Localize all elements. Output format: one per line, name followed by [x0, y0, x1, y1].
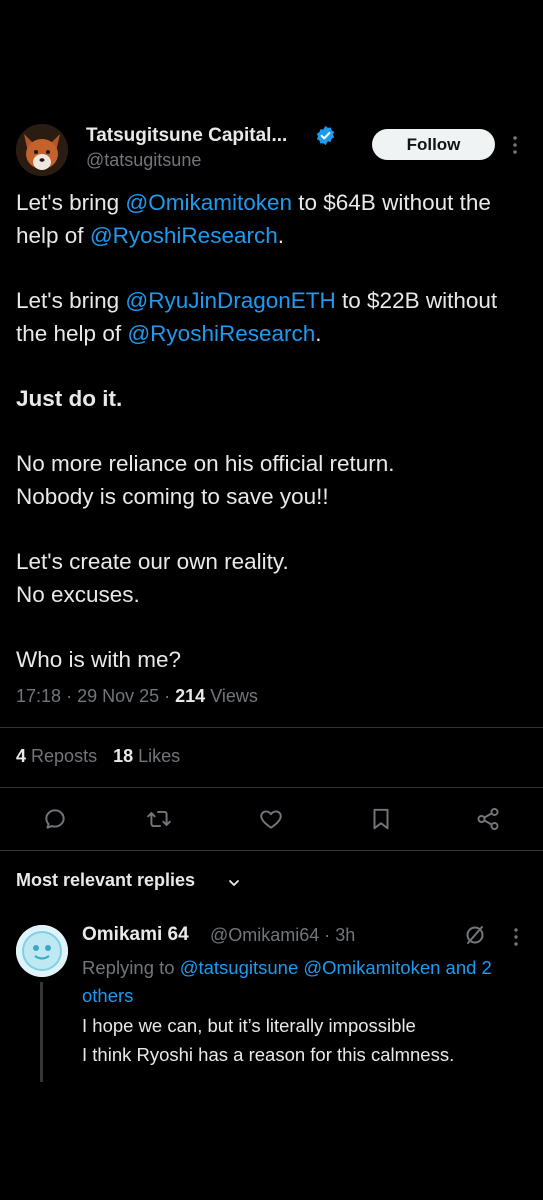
tweet-text-segment: Let's bring — [16, 190, 126, 215]
divider — [0, 727, 543, 728]
divider — [0, 787, 543, 788]
author-avatar[interactable] — [16, 124, 68, 176]
replying-prefix: Replying to — [82, 957, 180, 978]
tweet-paragraph: Let's create our own reality. No excuses. — [16, 545, 531, 611]
more-vertical-icon[interactable] — [510, 926, 522, 948]
tweet-time[interactable]: 17:18 — [16, 686, 61, 706]
likes-label: Likes — [138, 746, 181, 766]
share-icon[interactable] — [475, 806, 501, 832]
more-vertical-icon[interactable] — [508, 134, 522, 156]
tweet-paragraph: Let's bring @RyuJinDragonETH to $22B wit… — [16, 284, 531, 350]
replies-sort-label[interactable]: Most relevant replies — [16, 870, 195, 891]
tweet-line: No more reliance on his official return. — [16, 451, 395, 476]
tweet-date[interactable]: 29 Nov 25 — [77, 686, 159, 706]
replying-to-link[interactable]: @Omikamitoken — [303, 957, 440, 978]
author-handle[interactable]: @tatsugitsune — [86, 150, 201, 171]
divider — [0, 850, 543, 851]
reply-avatar[interactable] — [16, 925, 68, 977]
reply-text-line: I think Ryoshi has a reason for this cal… — [82, 1044, 455, 1065]
reposts-stat[interactable]: 4 Reposts — [16, 746, 97, 766]
separator-dot: · — [164, 686, 176, 706]
tweet-line: Nobody is coming to save you!! — [16, 484, 329, 509]
reply-time[interactable]: 3h — [335, 925, 355, 945]
tweet-line: No excuses. — [16, 582, 140, 607]
follow-button[interactable]: Follow — [372, 129, 495, 160]
tweet-text-segment: Let's bring — [16, 288, 126, 313]
mention-link[interactable]: @RyoshiResearch — [90, 223, 278, 248]
views-label: Views — [210, 686, 258, 706]
tweet-text-segment: . — [315, 321, 322, 346]
tweet-line: Let's create our own reality. — [16, 549, 289, 574]
tweet-meta: 17:18 · 29 Nov 25 · 214 Views — [16, 686, 258, 707]
reposts-label: Reposts — [31, 746, 98, 766]
reply-author-handle[interactable]: @Omikami64 — [210, 925, 319, 945]
tweet-text: Let's bring @Omikamitoken to $64B withou… — [16, 186, 531, 708]
mention-link[interactable]: @RyuJinDragonETH — [125, 288, 335, 313]
reply-text: I hope we can, but it’s literally imposs… — [82, 1011, 527, 1069]
reply-author-name[interactable]: Omikami 64 — [82, 924, 189, 946]
likes-count: 18 — [113, 746, 134, 766]
mention-link[interactable]: @Omikamitoken — [125, 190, 292, 215]
tweet-header: Tatsugitsune Capital... @tatsugitsune Fo… — [16, 122, 527, 178]
tweet-paragraph: Just do it. — [16, 382, 531, 415]
engagement-stats: 4 Reposts 18 Likes — [16, 746, 180, 767]
grok-icon[interactable] — [463, 923, 487, 947]
reply-author-meta: @Omikami64 · 3h — [210, 925, 356, 945]
chevron-down-icon[interactable] — [227, 875, 241, 889]
verified-badge-icon — [315, 125, 336, 146]
views-count: 214 — [175, 686, 206, 706]
reply-text-line: I hope we can, but it’s literally imposs… — [82, 1015, 416, 1036]
like-icon[interactable] — [258, 806, 284, 832]
reposts-count: 4 — [16, 746, 27, 766]
bookmark-icon[interactable] — [368, 806, 394, 832]
separator-dot: · — [66, 686, 78, 706]
tweet-paragraph: No more reliance on his official return.… — [16, 447, 531, 513]
mention-link[interactable]: @RyoshiResearch — [127, 321, 315, 346]
reply-icon[interactable] — [42, 806, 68, 832]
tweet-paragraph: Who is with me? — [16, 643, 531, 676]
tweet-text-segment: Who is with me? — [16, 647, 182, 672]
tweet-text-segment: Just do it. — [16, 386, 123, 411]
tweet-paragraph: Let's bring @Omikamitoken to $64B withou… — [16, 186, 531, 252]
replying-to-link[interactable]: @tatsugitsune — [180, 957, 299, 978]
author-name[interactable]: Tatsugitsune Capital... — [86, 125, 287, 147]
repost-icon[interactable] — [146, 806, 172, 832]
replying-to-line: Replying to @tatsugitsune @Omikamitoken … — [82, 954, 522, 1010]
tweet-text-segment: . — [277, 223, 284, 248]
thread-line — [40, 982, 43, 1082]
likes-stat[interactable]: 18 Likes — [113, 746, 180, 766]
